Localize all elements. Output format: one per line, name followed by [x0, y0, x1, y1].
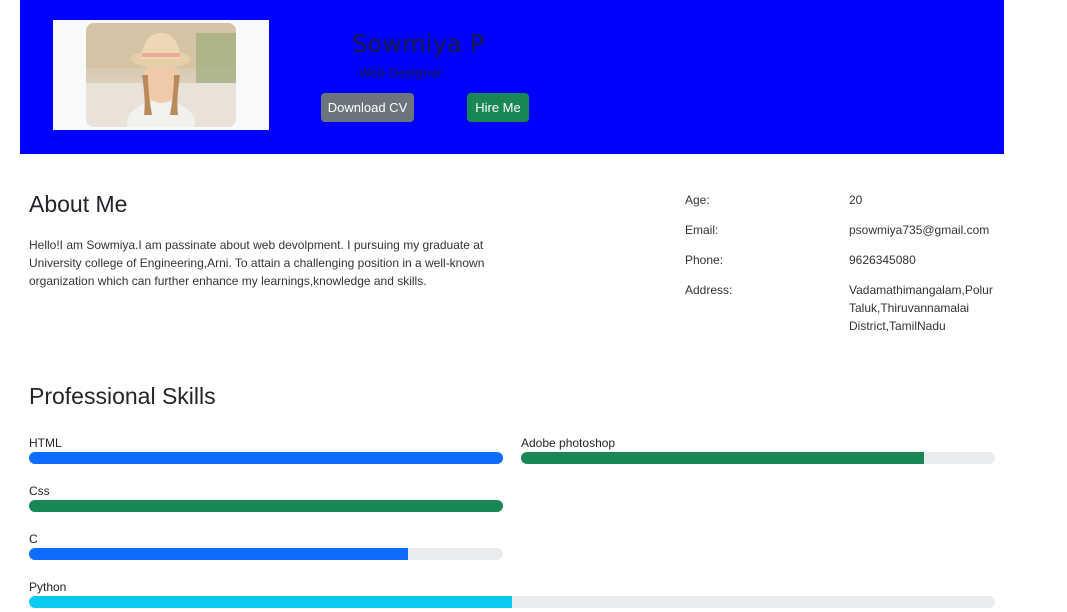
skill-fill-python	[29, 596, 512, 608]
skill-label-c: C	[29, 532, 38, 546]
profile-header: Sowmiya P Web Designer Download CV Hire …	[20, 0, 1004, 154]
address-value: Vadamathimangalam,Polur Taluk,Thiruvanna…	[849, 283, 993, 333]
email-value: psowmiya735@gmail.com	[849, 223, 990, 237]
download-cv-button[interactable]: Download CV	[321, 93, 414, 122]
phone-value: 9626345080	[849, 253, 916, 267]
skill-bar-python	[29, 596, 995, 608]
skill-bar-css	[29, 500, 503, 512]
skill-fill-c	[29, 548, 409, 560]
address-label: Address:	[685, 283, 733, 297]
profile-name: Sowmiya P	[352, 30, 485, 58]
skill-label-html: HTML	[29, 436, 62, 450]
profile-photo	[86, 23, 236, 127]
skill-fill-html	[29, 452, 503, 464]
phone-label: Phone:	[685, 253, 724, 267]
skill-label-photoshop: Adobe photoshop	[521, 436, 616, 450]
skill-label-python: Python	[29, 580, 67, 594]
skill-fill-photoshop	[521, 452, 924, 464]
age-value: 20	[849, 193, 863, 207]
profile-role: Web Designer	[359, 66, 443, 80]
skill-bar-html	[29, 452, 503, 464]
email-label: Email:	[685, 223, 719, 237]
skill-bar-photoshop	[521, 452, 995, 464]
skill-bar-c	[29, 548, 503, 560]
profile-photo-image	[86, 23, 236, 127]
hire-me-button[interactable]: Hire Me	[467, 93, 529, 122]
skill-label-css: Css	[29, 484, 50, 498]
about-title: About Me	[29, 191, 128, 217]
profile-photo-frame	[53, 20, 269, 130]
about-text: Hello!I am Sowmiya.I am passinate about …	[29, 238, 485, 288]
skill-fill-css	[29, 500, 503, 512]
skills-title: Professional Skills	[29, 383, 216, 409]
age-label: Age:	[685, 193, 710, 207]
